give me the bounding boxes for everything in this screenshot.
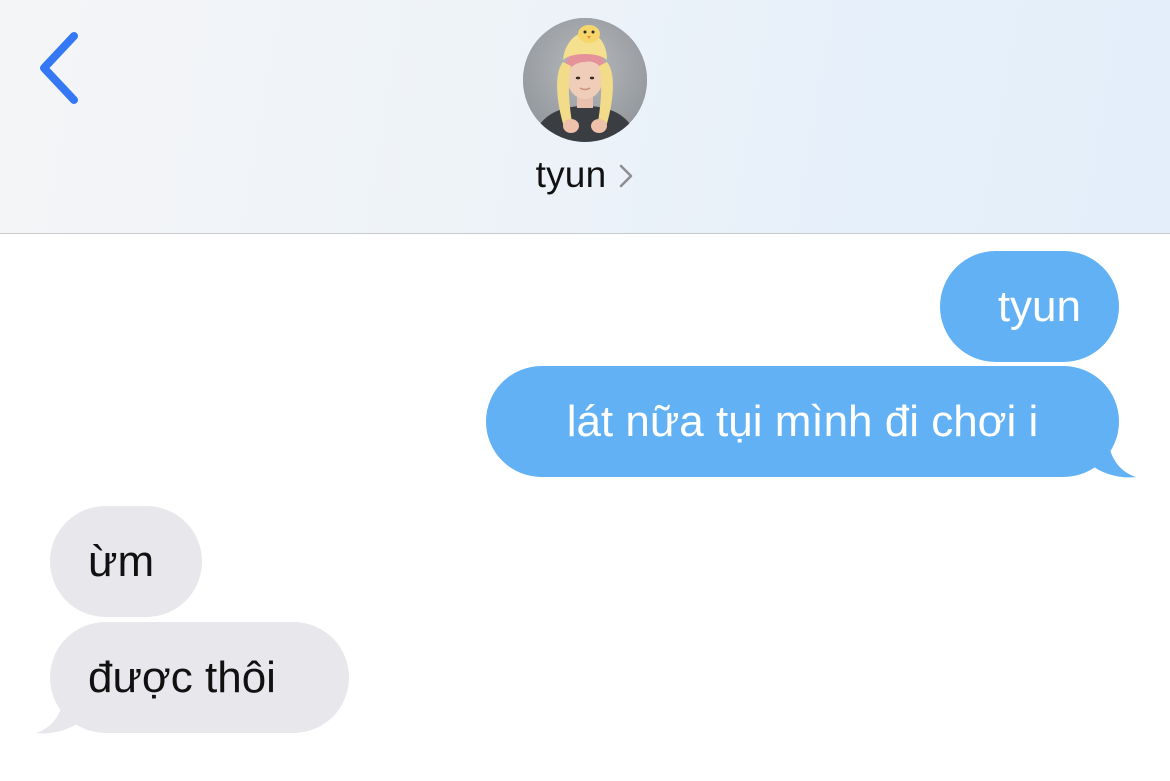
- message-text: lát nữa tụi mình đi chơi i: [566, 396, 1039, 446]
- conversation-header: tyun: [0, 0, 1170, 234]
- avatar-photo: [523, 18, 647, 142]
- outgoing-message[interactable]: lát nữa tụi mình đi chơi i: [486, 366, 1119, 477]
- contact-name: tyun: [535, 154, 607, 195]
- incoming-message[interactable]: ừm: [50, 506, 202, 617]
- incoming-message[interactable]: được thôi: [50, 622, 349, 733]
- outgoing-bubble-tail: [1090, 440, 1136, 478]
- outgoing-message[interactable]: tyun: [940, 251, 1119, 362]
- back-button[interactable]: [32, 28, 92, 108]
- contact-name-button[interactable]: tyun: [0, 154, 1170, 196]
- message-text: ừm: [88, 536, 155, 586]
- messages-screen: tyun tyun lát nữa tụi mình đi chơi i ừm …: [0, 0, 1170, 781]
- chevron-left-icon: [40, 32, 78, 104]
- message-text: tyun: [997, 281, 1081, 331]
- incoming-bubble-tail: [36, 696, 82, 734]
- contact-avatar[interactable]: [523, 18, 647, 142]
- message-text: được thôi: [88, 652, 276, 702]
- chevron-right-icon: [620, 164, 633, 188]
